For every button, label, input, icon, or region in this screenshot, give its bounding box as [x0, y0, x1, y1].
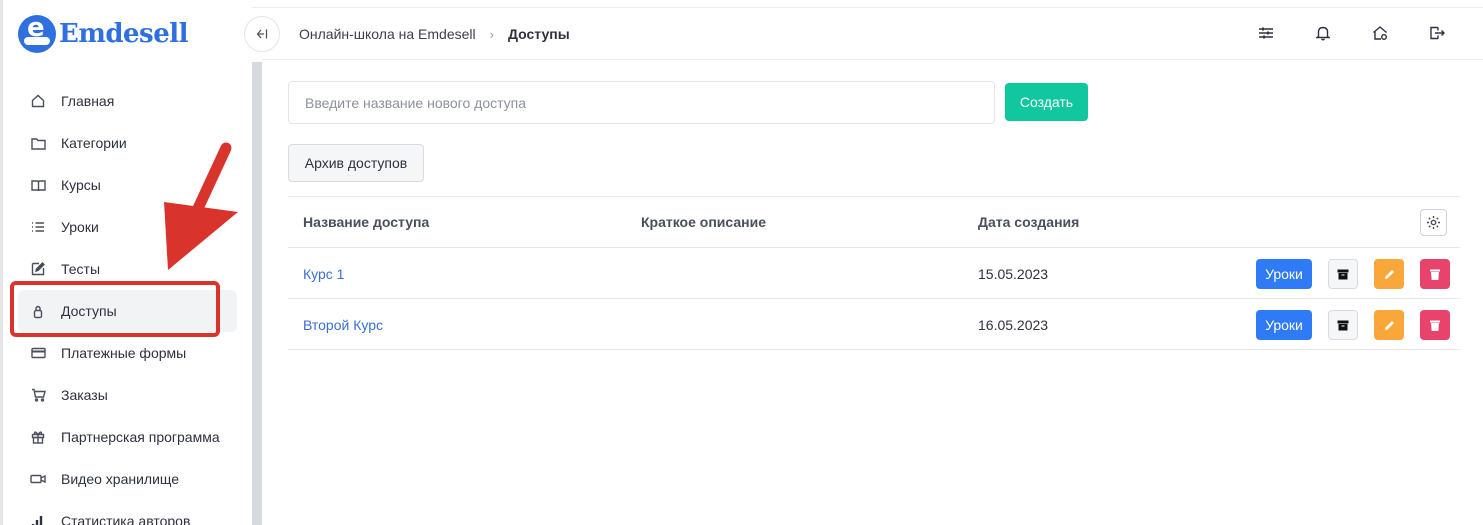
gift-icon — [30, 429, 46, 445]
sidebar-item-home[interactable]: Главная — [18, 80, 237, 122]
archive-box-icon — [1337, 320, 1349, 330]
table-settings-button[interactable] — [1420, 209, 1447, 236]
sidebar-item-label: Тесты — [61, 261, 101, 277]
home-icon — [30, 93, 46, 109]
create-access-button[interactable]: Создать — [1005, 83, 1088, 121]
pencil-icon — [1384, 320, 1394, 330]
sidebar-item-label: Партнерская программа — [61, 429, 220, 445]
archive-box-icon — [1337, 269, 1349, 279]
annotation-arrow-icon — [164, 142, 238, 270]
edit-button[interactable] — [1374, 259, 1404, 289]
sidebar-item-orders[interactable]: Заказы — [18, 374, 237, 416]
brand-logo-link[interactable]: e Emdesell — [18, 14, 188, 54]
list-icon — [30, 219, 46, 235]
header-actions — [1257, 24, 1483, 42]
folder-icon — [30, 135, 46, 151]
sidebar-scrollbar[interactable] — [252, 62, 262, 525]
sidebar-item-author-stats[interactable]: Статистика авторов — [18, 500, 237, 525]
new-access-name-input[interactable] — [288, 81, 995, 124]
sidebar-item-video-storage[interactable]: Видео хранилище — [18, 458, 237, 500]
annotation-highlight-box — [10, 281, 220, 337]
pencil-icon — [1384, 269, 1394, 279]
lessons-button[interactable]: Уроки — [1256, 259, 1312, 289]
sidebar-item-label: Заказы — [61, 387, 108, 403]
trash-icon — [1430, 269, 1440, 280]
sidebar-item-label: Уроки — [61, 219, 99, 235]
access-table: Название доступа Краткое описание Дата с… — [288, 196, 1460, 350]
column-header-description[interactable]: Краткое описание — [641, 214, 766, 230]
lessons-button[interactable]: Уроки — [1256, 310, 1312, 340]
sidebar-item-label: Видео хранилище — [61, 471, 180, 487]
sidebar-item-label: Статистика авторов — [61, 513, 191, 525]
sidebar-item-payment-forms[interactable]: Платежные формы — [18, 332, 237, 374]
archive-button[interactable] — [1328, 259, 1358, 289]
breadcrumb-current: Доступы — [507, 26, 570, 42]
bell-icon[interactable] — [1314, 24, 1332, 42]
brand-name: Emdesell — [59, 19, 188, 49]
logout-icon[interactable] — [1428, 24, 1446, 42]
credit-card-icon — [30, 345, 46, 361]
cart-icon — [30, 387, 46, 403]
table-row: Курс 1 15.05.2023 Уроки — [288, 248, 1460, 299]
sidebar-item-label: Курсы — [61, 177, 101, 193]
gear-icon — [1427, 216, 1440, 229]
row-actions: Уроки — [1256, 310, 1450, 340]
access-name-link[interactable]: Второй Курс — [303, 317, 383, 333]
edit-button[interactable] — [1374, 310, 1404, 340]
table-header: Название доступа Краткое описание Дата с… — [288, 197, 1460, 248]
breadcrumb-root-link[interactable]: Онлайн-школа на Emdesell — [299, 26, 476, 42]
chart-icon — [30, 513, 46, 525]
delete-button[interactable] — [1420, 310, 1450, 340]
sidebar-edge — [0, 0, 3, 525]
chevron-right-icon: › — [489, 26, 494, 42]
access-created-date: 15.05.2023 — [978, 266, 1049, 282]
trash-icon — [1430, 320, 1440, 331]
row-actions: Уроки — [1256, 259, 1450, 289]
sidebar-item-label: Главная — [61, 93, 115, 109]
house-settings-icon[interactable] — [1371, 24, 1389, 42]
column-header-name[interactable]: Название доступа — [303, 214, 429, 230]
access-created-date: 16.05.2023 — [978, 317, 1049, 333]
collapse-sidebar-icon — [256, 29, 268, 39]
delete-button[interactable] — [1420, 259, 1450, 289]
sidebar-item-label: Категории — [61, 135, 127, 151]
video-icon — [30, 471, 46, 487]
column-header-date[interactable]: Дата создания — [978, 214, 1079, 230]
book-icon — [30, 177, 46, 193]
table-row: Второй Курс 16.05.2023 Уроки — [288, 299, 1460, 350]
sidebar-item-label: Платежные формы — [61, 345, 187, 361]
edit-icon — [30, 261, 46, 277]
sliders-icon[interactable] — [1257, 24, 1275, 42]
sidebar-item-affiliate[interactable]: Партнерская программа — [18, 416, 237, 458]
archive-button[interactable] — [1328, 310, 1358, 340]
collapse-sidebar-button[interactable] — [244, 16, 280, 52]
brand-logo-icon: e — [18, 15, 56, 53]
breadcrumb: Онлайн-школа на Emdesell › Доступы — [299, 26, 570, 42]
access-archive-button[interactable]: Архив доступов — [288, 144, 424, 182]
access-name-link[interactable]: Курс 1 — [303, 266, 344, 282]
header-top-strip — [252, 0, 1483, 8]
